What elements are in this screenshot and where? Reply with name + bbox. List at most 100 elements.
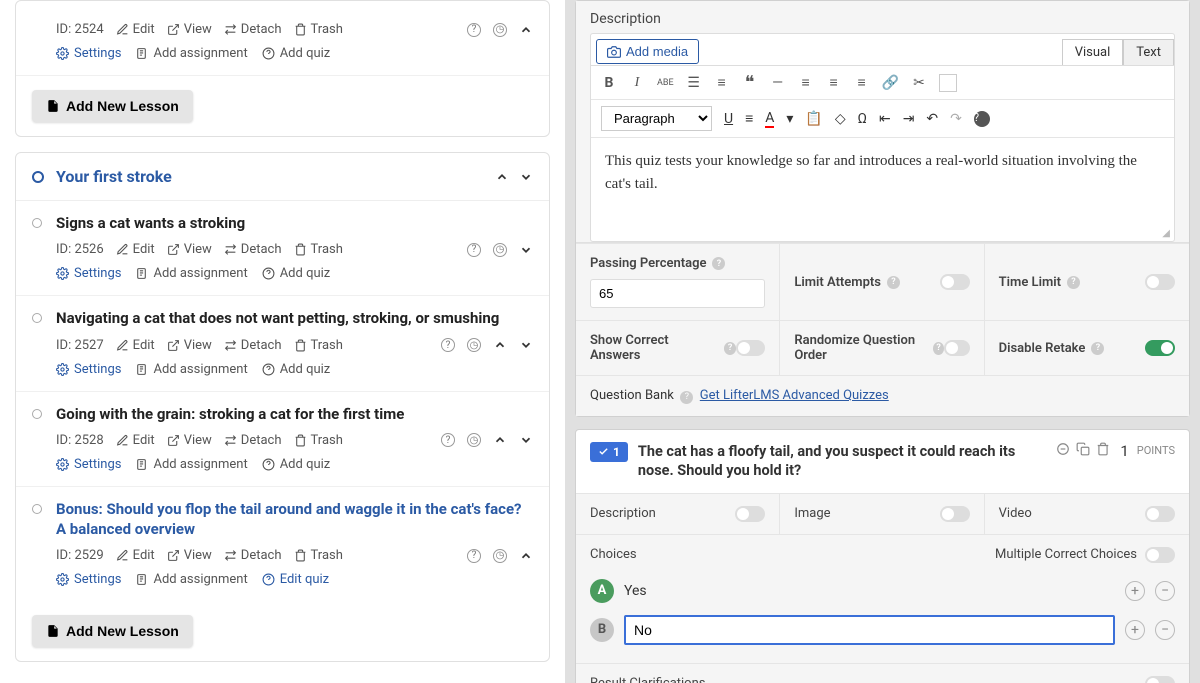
settings-link[interactable]: Settings [56,572,121,587]
add-quiz-link[interactable]: Add quiz [262,266,331,281]
paste-icon[interactable]: 📋 [805,111,822,127]
add-new-lesson-button[interactable]: Add New Lesson [32,615,193,647]
view-link[interactable]: View [167,548,212,563]
editor-content[interactable]: This quiz tests your knowledge so far an… [591,138,1174,228]
chev-up-icon[interactable] [493,338,507,352]
clock-icon[interactable]: ◷ [493,243,507,257]
chev-down-icon[interactable] [519,170,533,184]
view-link[interactable]: View [167,242,212,257]
detach-link[interactable]: Detach [224,338,282,353]
help-icon[interactable]: ? [680,391,693,404]
detach-link[interactable]: Detach [224,548,282,563]
q-video-toggle[interactable] [1145,506,1175,522]
unlink-icon[interactable]: ✂ [911,75,927,91]
underline-icon[interactable]: U [724,111,733,127]
hr-icon[interactable]: — [770,75,786,91]
trash-link[interactable]: Trash [294,433,343,448]
trash-link[interactable]: Trash [294,22,343,37]
chev-down-icon[interactable] [519,433,533,447]
paragraph-select[interactable]: Paragraph [601,106,712,131]
ul-icon[interactable]: ☰ [686,75,702,91]
chev-up-icon[interactable] [519,23,533,37]
passing-pct-input[interactable] [590,279,765,308]
view-link[interactable]: View [167,22,212,37]
add-choice-icon[interactable]: + [1125,581,1145,601]
settings-link[interactable]: Settings [56,457,121,472]
outdent-icon[interactable]: ⇤ [879,111,891,127]
quote-icon[interactable]: ❝ [742,72,758,93]
omega-icon[interactable]: Ω [858,111,867,127]
add-assignment-link[interactable]: Add assignment [135,46,247,61]
edit-link[interactable]: Edit [116,338,155,353]
detach-link[interactable]: Detach [224,22,282,37]
bold-icon[interactable]: B [601,75,617,91]
result-clar-toggle[interactable] [1145,676,1175,683]
align-center-icon[interactable]: ≡ [826,74,842,91]
multiple-correct-toggle[interactable] [1145,547,1175,563]
lesson-title[interactable]: Signs a cat wants a stroking [56,213,533,233]
add-assignment-link[interactable]: Add assignment [135,572,247,587]
lesson-title[interactable]: Going with the grain: stroking a cat for… [56,404,533,424]
add-choice-icon[interactable]: + [1125,620,1145,640]
view-link[interactable]: View [167,433,212,448]
detach-link[interactable]: Detach [224,433,282,448]
align-left-icon[interactable]: ≡ [798,74,814,91]
clock-icon[interactable]: ◷ [493,23,507,37]
tab-visual[interactable]: Visual [1062,39,1124,65]
settings-link[interactable]: Settings [56,266,121,281]
indent-icon[interactable]: ⇥ [903,111,915,127]
edit-link[interactable]: Edit [116,548,155,563]
help-icon[interactable]: ? [724,342,737,355]
limit-attempts-toggle[interactable] [940,274,970,290]
clock-icon[interactable]: ◷ [493,549,507,563]
text-color-icon[interactable]: A [765,110,774,128]
undo-icon[interactable]: ↶ [926,111,938,127]
settings-link[interactable]: Settings [56,362,121,377]
q-image-toggle[interactable] [940,506,970,522]
add-new-lesson-button[interactable]: Add New Lesson [32,90,193,122]
redo-icon[interactable]: ↷ [950,111,962,127]
lesson-title[interactable]: Bonus: Should you flop the tail around a… [56,499,533,540]
help-icon[interactable]: ? [887,276,900,289]
view-link[interactable]: View [167,338,212,353]
minus-icon[interactable] [1056,442,1070,456]
add-assignment-link[interactable]: Add assignment [135,362,247,377]
help-icon[interactable]: ? [974,111,990,127]
clear-format-icon[interactable]: ◇ [835,111,846,127]
time-limit-toggle[interactable] [1145,274,1175,290]
chev-down-icon[interactable] [519,338,533,352]
italic-icon[interactable]: I [629,75,645,91]
help-icon[interactable]: ? [712,257,725,270]
qbank-link[interactable]: Get LifterLMS Advanced Quizzes [700,388,889,403]
help-icon[interactable]: ? [467,549,481,563]
tab-text[interactable]: Text [1123,39,1174,65]
trash-icon[interactable] [1096,442,1110,456]
edit-link[interactable]: Edit [116,242,155,257]
lesson-title[interactable]: Navigating a cat that does not want pett… [56,308,533,328]
q-description-toggle[interactable] [735,506,765,522]
clock-icon[interactable]: ◷ [467,433,481,447]
section-header[interactable]: Your first stroke [16,153,549,201]
add-media-button[interactable]: Add media [596,39,699,64]
clock-icon[interactable]: ◷ [467,338,481,352]
disable-retake-toggle[interactable] [1145,340,1175,356]
help-icon[interactable]: ? [1067,276,1080,289]
ol-icon[interactable]: ≡ [714,74,730,91]
randomize-toggle[interactable] [944,340,970,356]
add-quiz-link[interactable]: Add quiz [262,362,331,377]
copy-icon[interactable] [1076,442,1090,456]
chev-down-icon[interactable] [519,243,533,257]
chev-up-icon[interactable] [493,433,507,447]
add-quiz-link[interactable]: Add quiz [262,46,331,61]
help-icon[interactable]: ? [933,342,944,355]
show-correct-toggle[interactable] [736,340,765,356]
add-assignment-link[interactable]: Add assignment [135,457,247,472]
add-quiz-link[interactable]: Add quiz [262,457,331,472]
strike-icon[interactable]: ABE [657,78,674,88]
resize-handle-icon[interactable]: ◢ [591,228,1174,241]
settings-link[interactable]: Settings [56,46,121,61]
help-icon[interactable]: ? [1091,342,1104,355]
link-icon[interactable]: 🔗 [882,75,899,91]
help-icon[interactable]: ? [441,433,455,447]
trash-link[interactable]: Trash [294,338,343,353]
